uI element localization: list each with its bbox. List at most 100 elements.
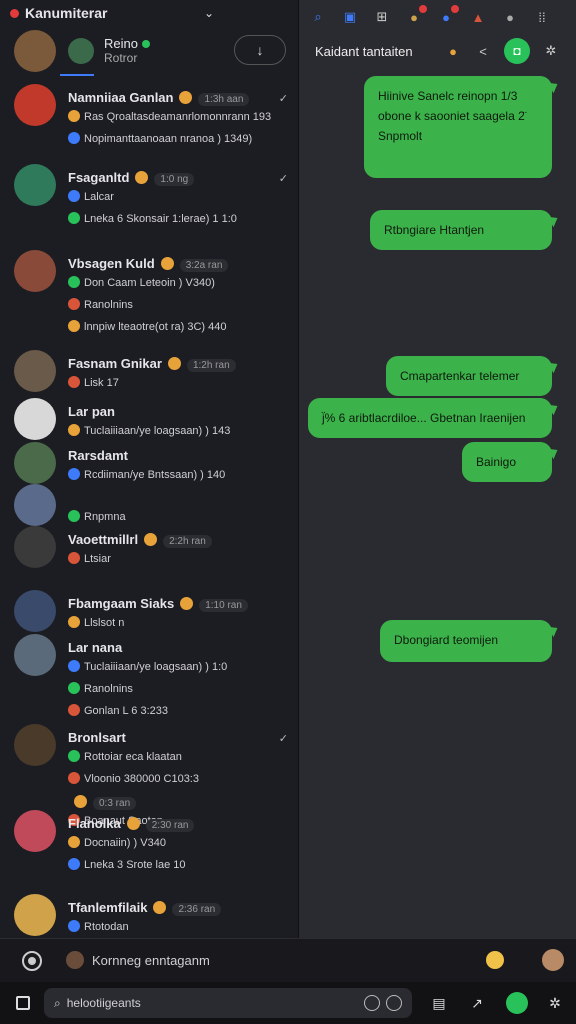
message-preview: Ranolnins [68,682,133,695]
message-bubble[interactable]: j̈% 6 aribtlacrdiloe... Gbetnan Iraenije… [308,398,552,438]
timestamp: 3:2a ran [179,259,229,272]
alert-icon[interactable]: ▲ [469,8,487,26]
message-preview: Nopimanttaanoaan nranoa ) 1349) [68,132,252,145]
timestamp: 2:2h ran [163,535,212,548]
status-icon [68,212,80,224]
search-input[interactable]: ⌕ helootiigeants [44,988,412,1018]
clock-icon[interactable] [364,995,380,1011]
avatar [14,84,56,126]
message-preview: Docnaiin) ) V340 [68,836,166,849]
message-bubble[interactable]: Hiinive Sanelc reinopn 1/3 obone k saoon… [364,76,552,178]
calendar-icon[interactable]: ▤ [430,994,448,1012]
status-icon [68,682,80,694]
status-icon [68,298,80,310]
grid-icon[interactable]: ⊞ [373,8,391,26]
refresh-icon[interactable] [386,995,402,1011]
emoji-icon[interactable]: ● [444,42,462,60]
tab-indicator [60,74,94,76]
user-avatar-icon[interactable]: ● [501,8,519,26]
message-bubble[interactable]: Dbongiard teomijen [380,620,552,662]
more-icon[interactable]: ⁞⁞ [533,8,551,26]
contact-name: Vbsagen Kuld 3:2a ran [68,256,229,272]
preview-text: Llslsot n [84,617,125,629]
conversation-pane: ⌕ ▣ ⊞ ● ● ▲ ● ⁞⁞ Kaidant tantaiten ● < ◘… [298,0,576,938]
emoji-icon [135,171,149,184]
online-indicator [141,40,150,48]
message-preview: Ltsiar [68,552,111,565]
message-preview: Rottoiar eca klaatan [68,750,182,763]
status-icon [68,552,80,564]
status-icon [68,616,80,628]
notification-icon[interactable]: ● [405,5,427,26]
message-bubble[interactable]: Cmapartenkar telemer [386,356,552,396]
status-icon[interactable] [506,992,528,1014]
preview-text: Lneka 3 Srote lae 10 [84,859,186,871]
notification-badge [451,5,459,13]
settings-gear-icon[interactable]: ✲ [542,42,560,60]
avatar [14,894,56,936]
timestamp: 1:10 ran [199,599,248,612]
avatar [14,398,56,440]
send-icon[interactable]: ↗ [468,994,486,1012]
avatar [14,442,56,484]
compose-bar: Kornneg enntaganm [0,938,576,982]
avatar[interactable] [14,30,56,72]
target-icon[interactable] [22,951,42,971]
profile-icon[interactable]: ● [437,5,459,26]
preview-text: Ranolnins [84,299,133,311]
contact-name: Bronlsart [68,730,126,745]
search-icon[interactable]: ⌕ [309,8,327,26]
emoji-icon [153,901,167,914]
app-logo-icon [10,8,19,18]
call-icon: ↓ [256,42,264,58]
read-check-icon: ✓ [278,173,288,185]
avatar [14,250,56,292]
message-preview: Llslsot n [68,616,124,629]
status-icon [68,320,80,332]
preview-text: Rnpmna [84,511,126,523]
taskbar: ⌕ helootiigeants ▤ ↗ ✲ [0,982,576,1024]
contact-name-text: Tfanlemfilaik [68,900,148,915]
preview-text: Don Caam Leteoin ) V340) [84,277,215,289]
preview-text: Gonlan L 6 3:233 [84,705,168,717]
profile-name: Reino [104,36,138,51]
status-icon [68,110,80,122]
status-icon [68,468,80,480]
video-call-button[interactable]: ◘ [504,38,530,64]
avatar [14,634,56,676]
status-icon [68,836,80,848]
message-bubble[interactable]: Bainigo [462,442,552,482]
chevron-down-icon[interactable]: ⌄ [204,6,214,20]
timestamp: 2:30 ran [145,819,195,832]
profile-bar[interactable]: Reino Rotror ↓ [0,26,298,76]
share-icon[interactable]: < [474,42,492,60]
window-icon[interactable]: ▣ [341,8,359,26]
video-icon: ◘ [513,44,521,58]
chat-list-pane: Kanumiterar ⌄ Reino Rotror ↓ Namniiaa Ga… [0,0,298,938]
message-preview: Don Caam Leteoin ) V340) [68,276,215,289]
message-preview: Lalcar [68,190,114,203]
avatar [14,164,56,206]
compose-input[interactable]: Kornneg enntaganm [92,953,210,968]
contact-name: Vaoettmillrl 2:2h ran [68,532,212,548]
message-bubble[interactable]: Rtbngiare Htantjen [370,210,552,250]
message-text: Cmapartenkar telemer [400,369,520,383]
emoji-icon[interactable] [486,951,504,969]
settings-gear-icon[interactable]: ✲ [546,994,564,1012]
message-preview: Ranolnins [68,298,133,311]
read-check-icon: ✓ [278,733,288,745]
preview-text: Docnaiin) ) V340 [84,837,166,849]
conversation-header: Kaidant tantaiten ● < ◘ ✲ [299,34,576,68]
message-preview: Lneka 6 Skonsair 1:lerae) 1 1:0 [68,212,237,225]
contact-name: Tfanlemfilaik 2:36 ran [68,900,222,916]
message-preview: Rcdiiman/ye Bntssaan) ) 140 [68,468,225,481]
avatar[interactable] [542,949,564,971]
message-preview: Ras Qroaltasdeamanrlomonnrann 193 [68,110,271,123]
message-preview: Tuclaiiiaan/ye loagsaan) ) 143 [68,424,230,437]
avatar [14,350,56,392]
timestamp: 2:36 ran [172,903,222,916]
preview-text: Nopimanttaanoaan nranoa ) 1349) [84,133,253,145]
call-button[interactable]: ↓ [234,35,286,65]
message-text: Dbongiard teomijen [394,633,499,647]
window-icon[interactable] [16,996,30,1010]
